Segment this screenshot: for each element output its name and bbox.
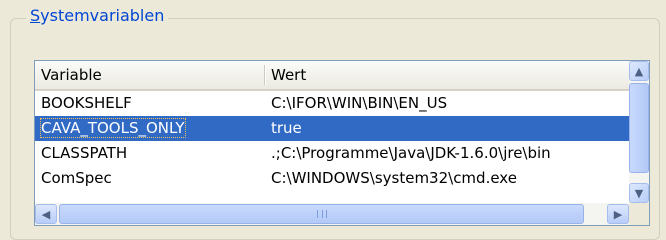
table-row-selected[interactable]: CAVA_TOOLS_ONLY true xyxy=(35,116,631,141)
variable-value: C:\WINDOWS\system32\cmd.exe xyxy=(271,169,517,187)
list-rows: BOOKSHELF C:\IFOR\WIN\BIN\EN_US CAVA_TOO… xyxy=(35,91,631,191)
scrollbar-corner xyxy=(629,203,649,225)
thumb-grip-icon xyxy=(316,210,327,218)
column-header-value[interactable]: Wert xyxy=(265,61,631,89)
variable-name: ComSpec xyxy=(41,169,112,187)
variable-value: .;C:\Programme\Java\JDK-1.6.0\jre\bin xyxy=(271,144,551,162)
group-title-rest: ystemvariablen xyxy=(40,6,165,25)
variable-value: C:\IFOR\WIN\BIN\EN_US xyxy=(271,94,448,112)
column-header-variable[interactable]: Variable xyxy=(35,61,265,89)
scroll-right-button[interactable]: ▶ xyxy=(607,204,629,224)
system-variables-list[interactable]: Variable Wert BOOKSHELF C:\IFOR\WIN\BIN\… xyxy=(34,60,650,226)
scroll-left-button[interactable]: ◀ xyxy=(35,204,57,224)
variable-name: BOOKSHELF xyxy=(41,94,132,112)
list-header: Variable Wert xyxy=(35,61,631,91)
table-row[interactable]: BOOKSHELF C:\IFOR\WIN\BIN\EN_US xyxy=(35,91,631,116)
vertical-scroll-thumb[interactable] xyxy=(629,83,649,173)
variable-value: true xyxy=(271,119,302,137)
chevron-left-icon: ◀ xyxy=(41,207,51,221)
chevron-right-icon: ▶ xyxy=(613,207,623,221)
horizontal-scroll-thumb[interactable] xyxy=(59,204,584,224)
horizontal-scrollbar[interactable]: ◀ ▶ xyxy=(35,203,631,225)
scroll-down-button[interactable]: ▼ xyxy=(629,183,649,203)
scroll-up-button[interactable]: ▲ xyxy=(629,61,649,81)
system-variables-title: Systemvariablen xyxy=(26,6,169,26)
table-row[interactable]: ComSpec C:\WINDOWS\system32\cmd.exe xyxy=(35,166,631,191)
chevron-down-icon: ▼ xyxy=(634,186,644,200)
group-title-mnemonic: S xyxy=(30,6,41,25)
table-row[interactable]: CLASSPATH .;C:\Programme\Java\JDK-1.6.0\… xyxy=(35,141,631,166)
chevron-up-icon: ▲ xyxy=(634,64,644,78)
variable-name: CAVA_TOOLS_ONLY xyxy=(40,118,186,138)
variable-name: CLASSPATH xyxy=(41,144,128,162)
vertical-scrollbar[interactable]: ▲ ▼ xyxy=(629,61,649,205)
